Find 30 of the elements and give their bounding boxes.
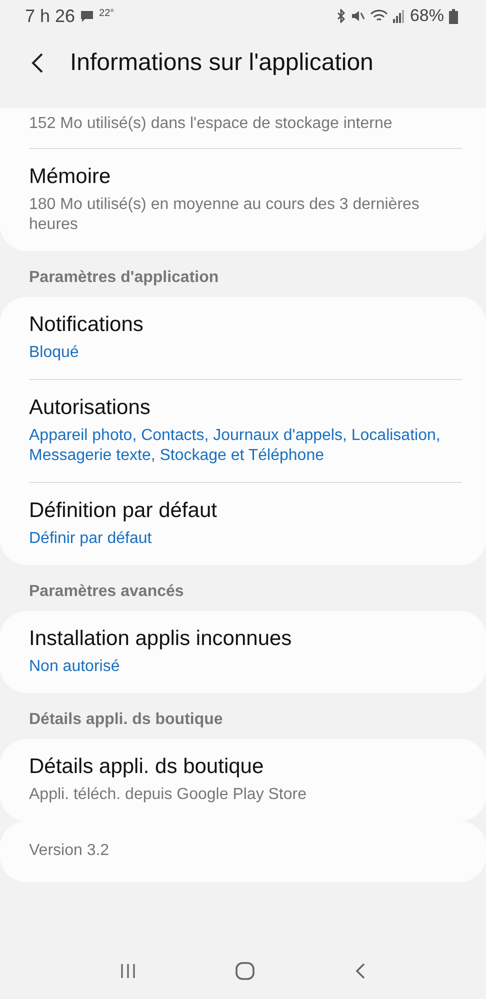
temperature: 22° [99, 8, 114, 18]
setting-summary: Appli. téléch. depuis Google Play Store [29, 785, 308, 805]
setting-title[interactable]: Définition par défaut [29, 499, 462, 523]
setting-title[interactable]: Détails appli. ds boutique [29, 755, 462, 779]
setting-title[interactable]: Autorisations [29, 396, 462, 420]
setting-title[interactable]: Mémoire [29, 165, 462, 189]
setting-summary: Définir par défaut [29, 529, 153, 549]
recent-apps-icon[interactable] [119, 962, 137, 980]
setting-summary: Version 3.2 [29, 841, 110, 861]
signal-icon [392, 9, 405, 23]
bluetooth-icon [336, 9, 346, 23]
mute-icon [350, 9, 365, 23]
clock: 7 h 26 [25, 6, 76, 26]
wifi-icon [370, 9, 388, 23]
setting-summary: Non autorisé [29, 657, 121, 677]
setting-title[interactable]: Installation applis inconnues [29, 627, 462, 651]
setting-summary: 180 Mo utilisé(s) en moyenne au cours des 3 dernières heures [29, 195, 420, 235]
battery-icon [449, 8, 458, 24]
message-icon [80, 10, 94, 22]
section-header: Paramètres avancés [28, 582, 185, 602]
setting-summary: Appareil photo, Contacts, Journaux d'appels, Localisation, Messagerie texte, Stockage et Téléphone [29, 426, 442, 466]
battery-percent: 68% [410, 6, 444, 26]
section-header: Détails appli. ds boutique [28, 710, 224, 730]
back-icon[interactable] [30, 52, 44, 74]
section-header: Paramètres d'application [28, 268, 220, 288]
setting-summary: Bloqué [29, 343, 80, 363]
page-title: Informations sur l'application [70, 49, 374, 77]
setting-title[interactable]: Notifications [29, 313, 462, 337]
setting-summary: 152 Mo utilisé(s) dans l'espace de stockage interne [29, 114, 394, 134]
home-icon[interactable] [235, 961, 255, 981]
